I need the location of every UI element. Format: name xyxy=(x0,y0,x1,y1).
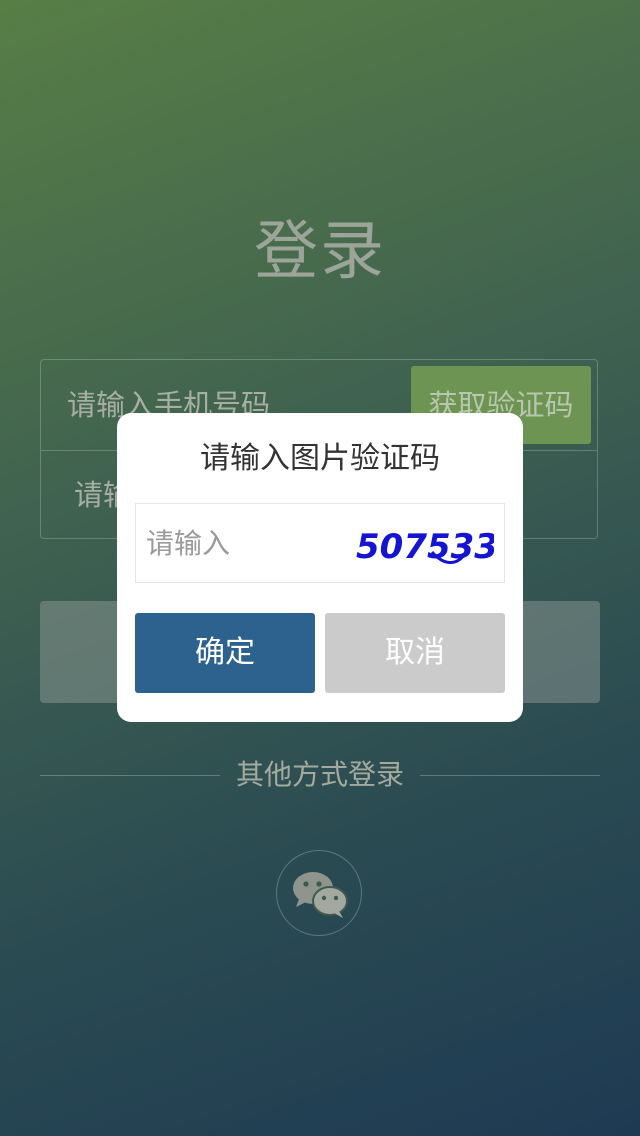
confirm-button[interactable]: 确定 xyxy=(135,613,315,693)
captcha-dialog: 请输入图片验证码 507533 确定 取消 xyxy=(117,413,523,722)
cancel-button[interactable]: 取消 xyxy=(325,613,505,693)
captcha-box: 507533 xyxy=(135,503,505,583)
dialog-title: 请输入图片验证码 xyxy=(200,441,440,476)
captcha-image[interactable]: 507533 xyxy=(354,522,494,566)
captcha-text: 507533 xyxy=(356,527,494,566)
captcha-input[interactable] xyxy=(146,504,346,582)
